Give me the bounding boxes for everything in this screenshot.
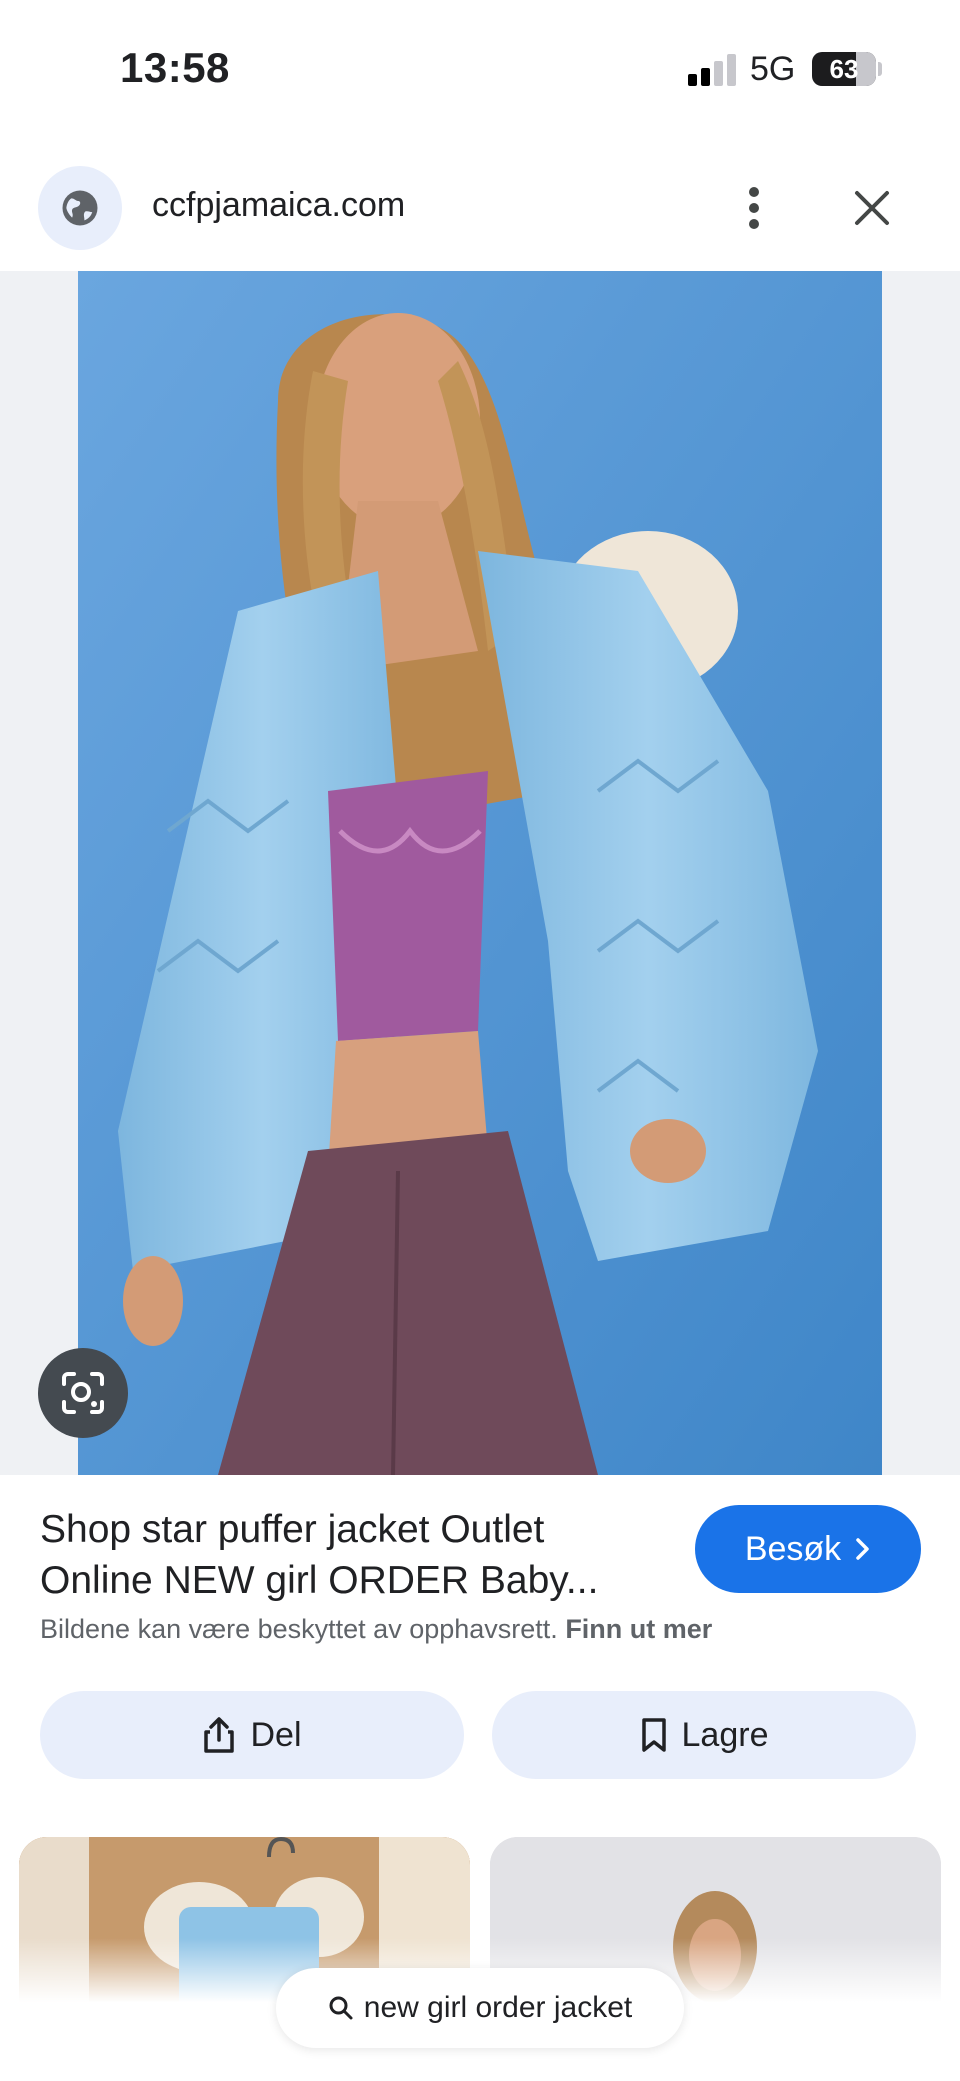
signal-strength-icon [688,54,738,86]
share-button[interactable]: Del [40,1691,464,1779]
search-query: new girl order jacket [363,1991,633,2024]
save-button-label: Lagre [681,1715,769,1754]
battery-icon: 63 [812,52,876,86]
save-button[interactable]: Lagre [492,1691,916,1779]
globe-icon [62,190,98,226]
status-bar: 13:58 5G 63 [0,0,960,140]
more-options-button[interactable] [734,178,774,238]
learn-more-link[interactable]: Finn ut mer [565,1614,712,1644]
visual-search-button[interactable] [38,1348,128,1438]
browser-header: ccfpjamaica.com [0,160,960,270]
page-url[interactable]: ccfpjamaica.com [152,186,405,225]
close-icon [855,191,889,225]
bookmark-icon [641,1718,666,1752]
close-button[interactable] [846,178,898,238]
battery-level: 63 [829,54,859,84]
status-time: 13:58 [120,44,230,91]
chevron-right-icon [856,1538,869,1560]
related-search-pill[interactable]: new girl order jacket [276,1968,684,2048]
copyright-notice: Bildene kan være beskyttet av opphavsret… [40,1614,712,1645]
result-title[interactable]: Shop star puffer jacket Outlet Online NE… [40,1504,650,1606]
share-button-label: Del [250,1715,302,1754]
lens-icon [62,1372,104,1414]
more-vert-icon [749,187,759,229]
visit-button[interactable]: Besøk [695,1505,921,1593]
network-type: 5G [750,50,796,88]
visit-button-label: Besøk [744,1529,842,1568]
share-icon [204,1717,235,1753]
site-info-button[interactable] [38,166,122,250]
copyright-text: Bildene kan være beskyttet av opphavsret… [40,1614,558,1644]
product-photo [78,271,882,1475]
search-icon [329,1996,353,2020]
product-image[interactable] [78,271,882,1475]
